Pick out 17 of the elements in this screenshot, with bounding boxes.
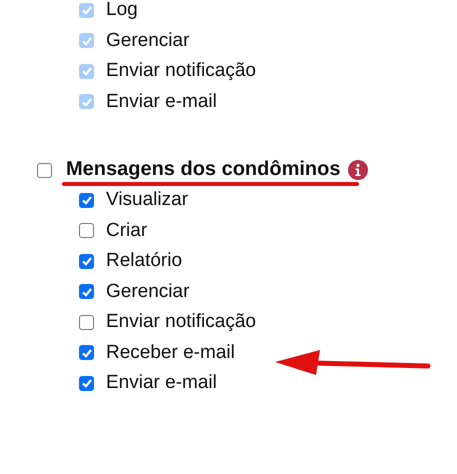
checkbox[interactable] bbox=[79, 314, 94, 330]
checkbox-label[interactable]: Criar bbox=[106, 220, 148, 242]
checkbox-label[interactable]: Enviar notificação bbox=[106, 311, 256, 334]
checkbox[interactable] bbox=[79, 376, 94, 391]
checkbox-label[interactable]: Enviar e-mail bbox=[106, 372, 217, 394]
checkbox[interactable] bbox=[79, 284, 94, 300]
checkbox-label[interactable]: Visualizar bbox=[106, 189, 188, 212]
checkbox-label[interactable]: Relatório bbox=[106, 250, 182, 272]
info-icon[interactable] bbox=[348, 160, 368, 180]
checkbox[interactable] bbox=[79, 345, 94, 360]
checkbox[interactable] bbox=[79, 254, 94, 269]
checkbox-label[interactable]: Gerenciar bbox=[106, 280, 190, 303]
checkbox-label[interactable]: Receber e-mail bbox=[106, 342, 235, 364]
checkbox[interactable] bbox=[79, 192, 94, 208]
checkbox[interactable] bbox=[79, 223, 94, 238]
section-title: Mensagens dos condôminos bbox=[66, 158, 340, 182]
checkbox[interactable] bbox=[37, 162, 52, 178]
